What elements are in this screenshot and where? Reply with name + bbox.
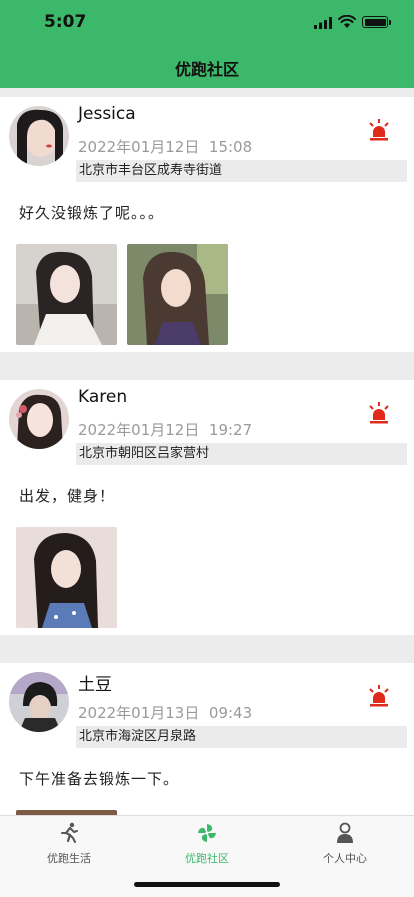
- post-location: 北京市朝阳区吕家营村: [76, 443, 407, 465]
- person-icon: [337, 822, 353, 843]
- post-time: 09:43: [208, 704, 253, 722]
- page-title: 优跑社区: [174, 60, 239, 79]
- cellular-signal-icon: [314, 17, 332, 29]
- wifi-icon: [338, 15, 356, 28]
- post-content: 好久没锻炼了呢。。。: [19, 204, 165, 222]
- battery-tip: [389, 20, 391, 25]
- tab-community[interactable]: 优跑社区: [138, 822, 276, 866]
- post-content: 下午准备去锻炼一下。: [19, 770, 180, 788]
- alarm-light-icon[interactable]: [368, 119, 390, 143]
- user-avatar[interactable]: [9, 389, 69, 449]
- user-name[interactable]: Karen: [78, 387, 127, 407]
- tab-profile[interactable]: 个人中心: [276, 822, 414, 866]
- home-indicator[interactable]: [134, 882, 280, 887]
- tab-label: 个人中心: [323, 852, 367, 865]
- post-card[interactable]: Jessica 2022年01月12日 15:08 北京市丰台区成寿寺街道 好久…: [0, 97, 414, 352]
- user-name[interactable]: 土豆: [78, 670, 112, 695]
- tab-run-life[interactable]: 优跑生活: [0, 822, 138, 866]
- post-photo[interactable]: [16, 244, 117, 345]
- post-time: 19:27: [208, 421, 253, 439]
- post-date: 2022年01月12日: [78, 421, 200, 439]
- post-content: 出发，健身！: [19, 487, 116, 505]
- post-date: 2022年01月12日: [78, 138, 200, 156]
- tab-label: 优跑社区: [185, 852, 229, 865]
- alarm-light-icon[interactable]: [368, 685, 390, 709]
- feed-separator: [0, 352, 414, 380]
- post-date: 2022年01月13日: [78, 704, 200, 722]
- feed-separator: [0, 88, 414, 97]
- user-avatar[interactable]: [9, 106, 69, 166]
- post-time: 15:08: [208, 138, 253, 156]
- post-photo[interactable]: [16, 527, 117, 628]
- tab-label: 优跑生活: [47, 852, 91, 865]
- status-bar: 5:07: [0, 0, 414, 44]
- status-time: 5:07: [44, 12, 87, 32]
- community-feed[interactable]: Jessica 2022年01月12日 15:08 北京市丰台区成寿寺街道 好久…: [0, 88, 414, 815]
- user-avatar[interactable]: [9, 672, 69, 732]
- alarm-light-icon[interactable]: [368, 402, 390, 426]
- post-timestamp: 2022年01月13日 09:43: [78, 702, 252, 723]
- post-card[interactable]: Karen 2022年01月12日 19:27 北京市朝阳区吕家营村 出发，健身…: [0, 380, 414, 635]
- post-card[interactable]: 土豆 2022年01月13日 09:43 北京市海淀区月泉路 下午准备去锻炼一下…: [0, 663, 414, 815]
- battery-icon: [362, 16, 388, 28]
- user-name[interactable]: Jessica: [78, 104, 136, 124]
- post-location: 北京市海淀区月泉路: [76, 726, 407, 748]
- post-timestamp: 2022年01月12日 19:27: [78, 419, 252, 440]
- runner-icon: [61, 822, 78, 843]
- post-location: 北京市丰台区成寿寺街道: [76, 160, 407, 182]
- post-timestamp: 2022年01月12日 15:08: [78, 136, 252, 157]
- pinwheel-icon: [198, 824, 216, 842]
- feed-separator: [0, 635, 414, 663]
- post-photo[interactable]: [127, 244, 228, 345]
- nav-header: 5:07 优跑社区: [0, 0, 414, 88]
